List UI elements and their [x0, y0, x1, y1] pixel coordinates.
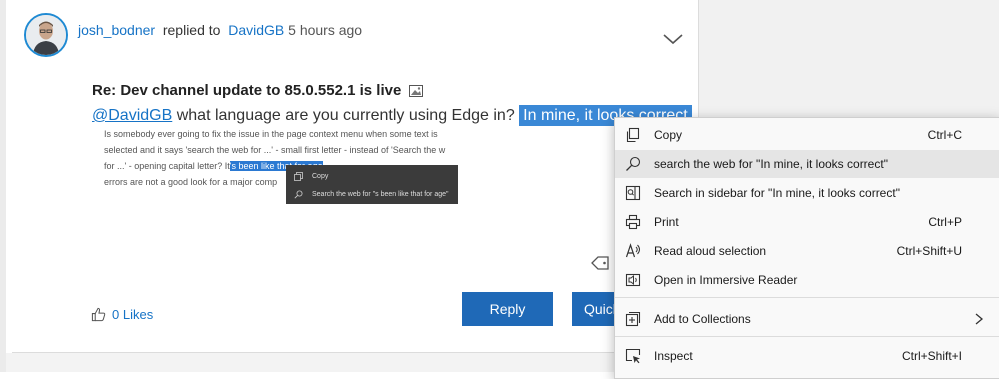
- ctx-immersive-reader-label: Open in Immersive Reader: [654, 273, 798, 287]
- author-link[interactable]: josh_bodner: [78, 22, 155, 38]
- copy-icon: [294, 172, 303, 181]
- menu-divider: [615, 297, 999, 298]
- search-icon: [626, 156, 641, 171]
- user-avatar[interactable]: [24, 13, 68, 57]
- ctx-inspect-label: Inspect: [654, 349, 693, 363]
- ctx-copy[interactable]: Copy Ctrl+C: [615, 121, 999, 149]
- chevron-down-icon[interactable]: [662, 32, 684, 46]
- ss-line-3-text: for ...' - opening capital letter? It: [104, 161, 230, 171]
- ctx-add-to-collections[interactable]: Add to Collections: [615, 305, 999, 333]
- body-text: what language are you currently using Ed…: [172, 107, 520, 124]
- copy-icon: [626, 127, 640, 143]
- ctx-read-aloud-shortcut: Ctrl+Shift+U: [896, 244, 962, 258]
- tag-icon[interactable]: [590, 255, 610, 271]
- thumbs-up-icon: [91, 307, 106, 322]
- inspect-icon: [625, 348, 641, 364]
- sidebar-search-icon: [625, 185, 641, 201]
- ctx-print-label: Print: [654, 215, 679, 229]
- ctx-search-sidebar[interactable]: Search in sidebar for "In mine, it looks…: [615, 179, 999, 207]
- quick-reply-button[interactable]: Quick: [572, 292, 614, 326]
- post-title-text: Re: Dev channel update to 85.0.552.1 is …: [92, 82, 402, 99]
- menu-divider: [615, 336, 999, 337]
- recipient-link[interactable]: DavidGB: [228, 22, 284, 38]
- post-time: 5 hours ago: [288, 22, 363, 38]
- ctx-add-to-collections-label: Add to Collections: [654, 312, 751, 326]
- ctx-search-web-label: search the web for "In mine, it looks co…: [654, 157, 888, 171]
- ctx-inspect[interactable]: Inspect Ctrl+Shift+I: [615, 342, 999, 370]
- ss-menu-search-label: Search the web for "s been like that for…: [312, 191, 449, 198]
- ctx-print[interactable]: Print Ctrl+P: [615, 208, 999, 236]
- post-body: @DavidGB what language are you currently…: [92, 105, 692, 126]
- chevron-right-icon: [975, 313, 984, 325]
- post-meta: josh_bodner replied to DavidGB 5 hours a…: [78, 22, 362, 38]
- mention-link[interactable]: @DavidGB: [92, 107, 172, 124]
- likes-button[interactable]: 0 Likes: [91, 307, 153, 322]
- print-icon: [625, 214, 641, 230]
- action-text: replied to: [162, 22, 221, 38]
- ss-menu-search: Search the web for "s been like that for…: [286, 186, 458, 203]
- ctx-copy-shortcut: Ctrl+C: [927, 128, 962, 142]
- ctx-search-sidebar-label: Search in sidebar for "In mine, it looks…: [654, 186, 900, 200]
- image-icon: [409, 85, 424, 97]
- ctx-read-aloud[interactable]: Read aloud selection Ctrl+Shift+U: [615, 237, 999, 265]
- collections-icon: [625, 311, 641, 327]
- ss-line-1: Is somebody ever going to fix the issue …: [104, 129, 438, 139]
- ctx-read-aloud-label: Read aloud selection: [654, 244, 767, 258]
- embedded-context-menu: Copy Search the web for "s been like tha…: [286, 165, 458, 204]
- ss-line-2: selected and it says 'search the web for…: [104, 145, 446, 155]
- ctx-copy-label: Copy: [654, 128, 683, 142]
- read-aloud-icon: [625, 243, 640, 258]
- post-title: Re: Dev channel update to 85.0.552.1 is …: [92, 82, 424, 99]
- likes-count: 0 Likes: [112, 307, 154, 322]
- ss-menu-copy-label: Copy: [312, 173, 329, 180]
- immersive-reader-icon: [625, 273, 641, 287]
- reply-button[interactable]: Reply: [462, 292, 553, 326]
- bottom-strip: [6, 353, 699, 372]
- context-menu: Copy Ctrl+C search the web for "In mine,…: [614, 117, 999, 379]
- ctx-search-web[interactable]: search the web for "In mine, it looks co…: [615, 150, 999, 178]
- ctx-print-shortcut: Ctrl+P: [928, 215, 962, 229]
- search-icon: [294, 190, 303, 199]
- page-left-rail: [0, 0, 6, 372]
- ctx-immersive-reader[interactable]: Open in Immersive Reader: [615, 266, 999, 294]
- ss-menu-copy: Copy: [286, 168, 458, 185]
- ctx-inspect-shortcut: Ctrl+Shift+I: [901, 349, 962, 363]
